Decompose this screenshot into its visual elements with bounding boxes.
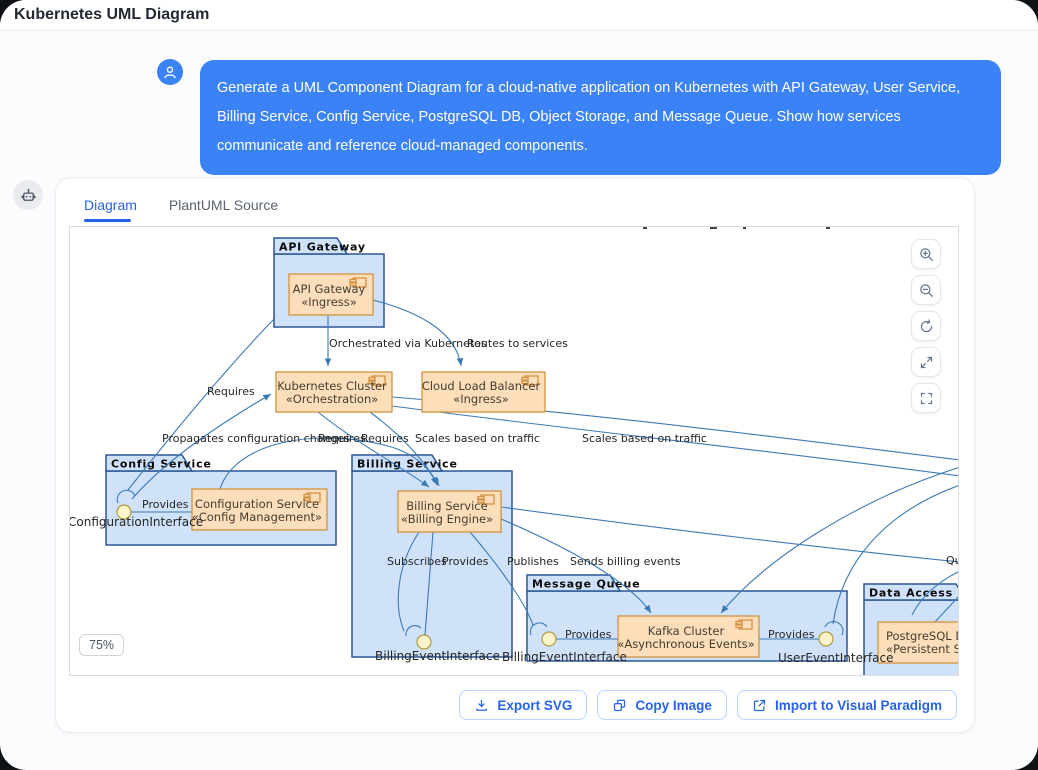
package-label: Message Queue bbox=[532, 578, 640, 591]
copy-icon bbox=[612, 698, 627, 713]
component-stereotype: «Billing Engine» bbox=[401, 512, 493, 526]
uml-diagram-canvas[interactable]: API Gateway Config Service Billing Servi… bbox=[69, 226, 959, 676]
tab-plantuml-source[interactable]: PlantUML Source bbox=[169, 197, 278, 213]
component-stereotype: «Orchestration» bbox=[286, 392, 379, 406]
edge-label: Sends billing events bbox=[570, 555, 681, 568]
component-name: Kafka Cluster bbox=[648, 624, 725, 638]
component-name: API Gateway bbox=[293, 282, 366, 296]
window-header: Kubernetes UML Diagram bbox=[0, 0, 1038, 31]
edge-label: Publishes bbox=[507, 555, 559, 568]
expand-button[interactable] bbox=[911, 347, 941, 377]
export-svg-button[interactable]: Export SVG bbox=[459, 690, 587, 720]
zoom-in-icon bbox=[918, 246, 935, 263]
package-label: API Gateway bbox=[279, 241, 366, 254]
reset-view-icon bbox=[918, 318, 935, 335]
zoom-in-button[interactable] bbox=[911, 239, 941, 269]
zoom-controls bbox=[911, 239, 941, 413]
interface-label: BillingEventInterface bbox=[502, 650, 627, 664]
edge-label: Orchestrated via Kubernetes bbox=[329, 337, 487, 350]
interface-label: BillingEventInterface bbox=[375, 649, 500, 663]
component-name: Cloud Load Balancer bbox=[422, 379, 541, 393]
app-window: Kubernetes UML Diagram Generate a UML Co… bbox=[0, 0, 1038, 770]
interface-label: ConfigurationInterface bbox=[70, 515, 203, 529]
zoom-out-icon bbox=[918, 282, 935, 299]
package-label: Config Service bbox=[111, 458, 212, 471]
copy-image-button[interactable]: Copy Image bbox=[597, 690, 727, 720]
package-label: Data Access Layer bbox=[869, 587, 959, 600]
component-stereotype: «Ingress» bbox=[453, 392, 509, 406]
component-icon bbox=[736, 620, 752, 629]
edge-label: Provides bbox=[768, 628, 815, 641]
component-stereotype: «Persistent Storage» bbox=[886, 642, 959, 656]
zoom-out-button[interactable] bbox=[911, 275, 941, 305]
component-name: Billing Service bbox=[406, 499, 487, 513]
edge-label: Provides bbox=[565, 628, 612, 641]
fullscreen-icon bbox=[918, 390, 935, 407]
interface-circle-billing-event-mq bbox=[542, 632, 556, 646]
user-message-bubble: Generate a UML Component Diagram for a c… bbox=[200, 60, 1001, 175]
page-title: Kubernetes UML Diagram bbox=[0, 0, 1038, 24]
interface-label: UserEventInterface bbox=[778, 651, 893, 665]
edge-label: Subscribes bbox=[387, 555, 447, 568]
diagram-card: Diagram PlantUML Source bbox=[55, 177, 975, 733]
edge-label: Provides bbox=[442, 555, 489, 568]
action-buttons: Export SVG Copy Image Import to Visual P… bbox=[459, 690, 957, 720]
component-stereotype: «Config Management» bbox=[192, 510, 322, 524]
component-name: PostgreSQL DB bbox=[886, 629, 959, 643]
interface-circle-billing-event bbox=[417, 635, 431, 649]
edge-label-queries-clipped: Qu bbox=[946, 554, 959, 567]
edge-label: Requires bbox=[318, 432, 366, 445]
edge-label: Requires bbox=[361, 432, 409, 445]
export-svg-label: Export SVG bbox=[497, 698, 572, 713]
active-tab-underline bbox=[84, 219, 131, 222]
component-stereotype: «Asynchronous Events» bbox=[617, 637, 754, 651]
reset-view-button[interactable] bbox=[911, 311, 941, 341]
expand-icon bbox=[918, 354, 935, 371]
edge-label: Routes to services bbox=[467, 337, 568, 350]
component-name: Kubernetes Cluster bbox=[277, 379, 387, 393]
download-icon bbox=[474, 698, 489, 713]
user-message-text: Generate a UML Component Diagram for a c… bbox=[217, 80, 960, 154]
person-icon bbox=[161, 63, 179, 81]
zoom-level-badge: 75% bbox=[79, 634, 124, 656]
interface-circle-user-event bbox=[819, 632, 833, 646]
import-to-visual-paradigm-button[interactable]: Import to Visual Paradigm bbox=[737, 690, 957, 720]
copy-image-label: Copy Image bbox=[635, 698, 712, 713]
assistant-avatar bbox=[13, 180, 43, 210]
robot-icon bbox=[19, 186, 38, 205]
edge-label: Provides bbox=[142, 498, 189, 511]
import-to-visual-paradigm-label: Import to Visual Paradigm bbox=[775, 698, 942, 713]
fullscreen-button[interactable] bbox=[911, 383, 941, 413]
tab-diagram[interactable]: Diagram bbox=[84, 197, 137, 213]
tab-bar: Diagram PlantUML Source bbox=[84, 197, 278, 213]
edge-label: Requires bbox=[207, 385, 255, 398]
component-stereotype: «Ingress» bbox=[301, 295, 357, 309]
component-name: Configuration Service bbox=[195, 497, 319, 511]
edge-label: Scales based on traffic bbox=[415, 432, 540, 445]
uml-diagram-svg: API Gateway Config Service Billing Servi… bbox=[70, 227, 959, 676]
edge-label: Scales based on traffic bbox=[582, 432, 707, 445]
external-link-icon bbox=[752, 698, 767, 713]
package-label: Billing Service bbox=[357, 458, 458, 471]
user-avatar bbox=[157, 59, 183, 85]
